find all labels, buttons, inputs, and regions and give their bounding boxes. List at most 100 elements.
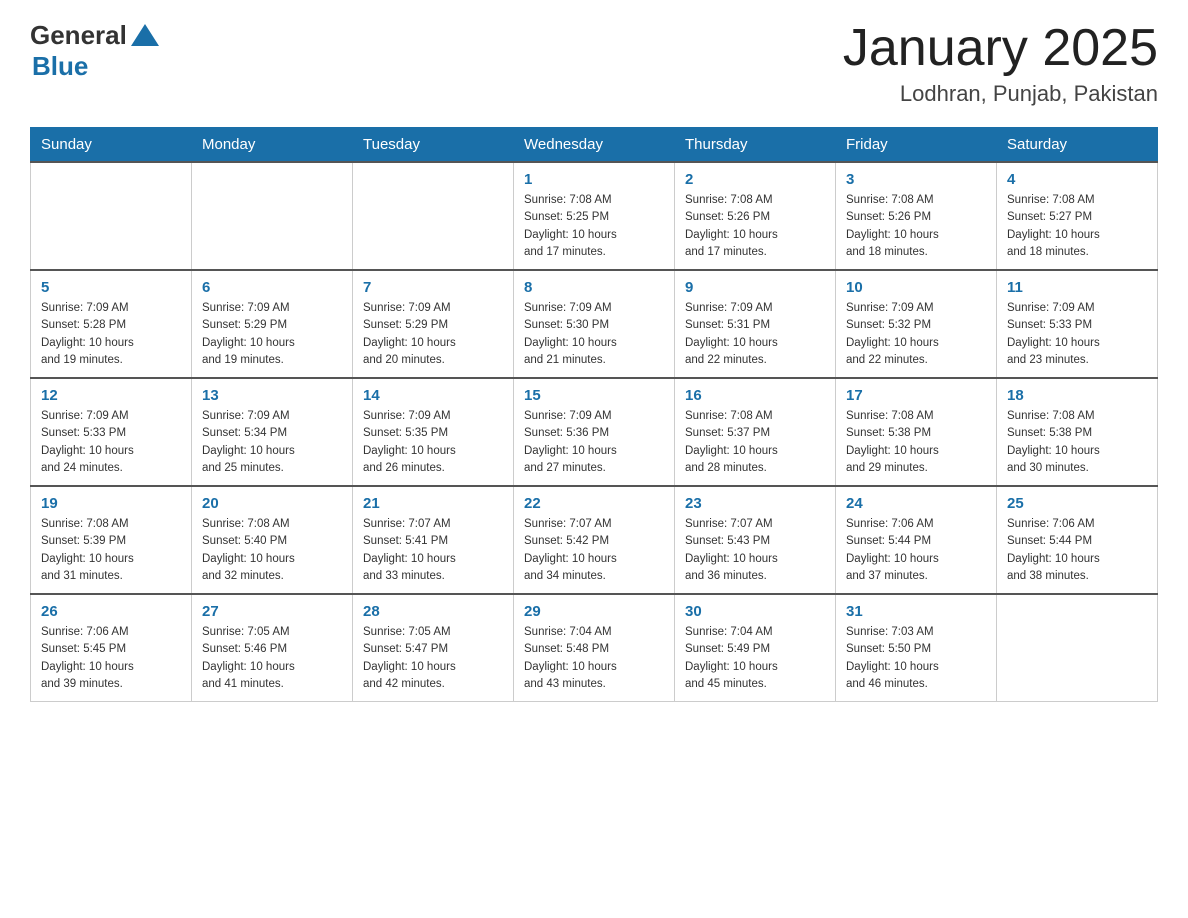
- calendar-cell-4-3: 21Sunrise: 7:07 AM Sunset: 5:41 PM Dayli…: [353, 486, 514, 594]
- calendar-cell-3-1: 12 Sunrise: 7:09 AM Sunset: 5:33 PM Dayli…: [31, 378, 192, 486]
- day-number: 2: [685, 171, 825, 188]
- day-info: Sunrise: 7:08 AM Sunset: 5:26 PM Dayligh…: [685, 192, 825, 261]
- calendar-cell-1-7: 4Sunrise: 7:08 AM Sunset: 5:27 PM Daylig…: [997, 162, 1158, 270]
- day-number: 19: [41, 495, 181, 512]
- calendar-cell-4-4: 22 Sunrise: 7:07 AM Sunset: 5:42 PM Dayli…: [514, 486, 675, 594]
- day-number: 21: [363, 495, 503, 512]
- calendar-cell-2-6: 10 Sunrise: 7:09 AM Sunset: 5:32 PM Dayli…: [836, 270, 997, 378]
- weekday-header-friday: Friday: [836, 128, 997, 163]
- day-info: Sunrise: 7:04 AM Sunset: 5:49 PM Dayligh…: [685, 624, 825, 693]
- day-info: Sunrise: 7:09 AM Sunset: 5:34 PM Dayligh…: [202, 408, 342, 477]
- calendar-cell-3-4: 15Sunrise: 7:09 AM Sunset: 5:36 PM Dayli…: [514, 378, 675, 486]
- day-number: 17: [846, 387, 986, 404]
- weekday-header-saturday: Saturday: [997, 128, 1158, 163]
- day-info: Sunrise: 7:05 AM Sunset: 5:47 PM Dayligh…: [363, 624, 503, 693]
- calendar-cell-1-1: [31, 162, 192, 270]
- day-number: 12: [41, 387, 181, 404]
- day-number: 26: [41, 603, 181, 620]
- day-number: 14: [363, 387, 503, 404]
- day-number: 11: [1007, 279, 1147, 296]
- calendar-cell-4-5: 23 Sunrise: 7:07 AM Sunset: 5:43 PM Dayli…: [675, 486, 836, 594]
- day-number: 23: [685, 495, 825, 512]
- calendar-cell-1-2: [192, 162, 353, 270]
- calendar-cell-3-2: 13 Sunrise: 7:09 AM Sunset: 5:34 PM Dayli…: [192, 378, 353, 486]
- week-row-3: 12 Sunrise: 7:09 AM Sunset: 5:33 PM Dayli…: [31, 378, 1158, 486]
- day-number: 18: [1007, 387, 1147, 404]
- calendar-cell-4-1: 19 Sunrise: 7:08 AM Sunset: 5:39 PM Dayli…: [31, 486, 192, 594]
- weekday-header-wednesday: Wednesday: [514, 128, 675, 163]
- day-info: Sunrise: 7:08 AM Sunset: 5:38 PM Dayligh…: [846, 408, 986, 477]
- day-info: Sunrise: 7:09 AM Sunset: 5:29 PM Dayligh…: [202, 300, 342, 369]
- calendar-cell-1-3: [353, 162, 514, 270]
- day-info: Sunrise: 7:05 AM Sunset: 5:46 PM Dayligh…: [202, 624, 342, 693]
- day-number: 1: [524, 171, 664, 188]
- day-info: Sunrise: 7:07 AM Sunset: 5:43 PM Dayligh…: [685, 516, 825, 585]
- calendar-cell-4-2: 20 Sunrise: 7:08 AM Sunset: 5:40 PM Dayli…: [192, 486, 353, 594]
- day-number: 22: [524, 495, 664, 512]
- day-info: Sunrise: 7:07 AM Sunset: 5:42 PM Dayligh…: [524, 516, 664, 585]
- day-number: 13: [202, 387, 342, 404]
- day-info: Sunrise: 7:08 AM Sunset: 5:40 PM Dayligh…: [202, 516, 342, 585]
- day-number: 20: [202, 495, 342, 512]
- day-info: Sunrise: 7:08 AM Sunset: 5:38 PM Dayligh…: [1007, 408, 1147, 477]
- logo: General Blue: [30, 20, 159, 82]
- day-number: 31: [846, 603, 986, 620]
- calendar-cell-3-5: 16Sunrise: 7:08 AM Sunset: 5:37 PM Dayli…: [675, 378, 836, 486]
- day-info: Sunrise: 7:09 AM Sunset: 5:30 PM Dayligh…: [524, 300, 664, 369]
- calendar-cell-5-2: 27Sunrise: 7:05 AM Sunset: 5:46 PM Dayli…: [192, 594, 353, 702]
- calendar-cell-1-6: 3Sunrise: 7:08 AM Sunset: 5:26 PM Daylig…: [836, 162, 997, 270]
- day-number: 7: [363, 279, 503, 296]
- calendar-cell-5-1: 26Sunrise: 7:06 AM Sunset: 5:45 PM Dayli…: [31, 594, 192, 702]
- day-info: Sunrise: 7:06 AM Sunset: 5:44 PM Dayligh…: [846, 516, 986, 585]
- calendar-cell-4-7: 25 Sunrise: 7:06 AM Sunset: 5:44 PM Dayli…: [997, 486, 1158, 594]
- day-number: 10: [846, 279, 986, 296]
- calendar-cell-1-5: 2 Sunrise: 7:08 AM Sunset: 5:26 PM Daylig…: [675, 162, 836, 270]
- week-row-5: 26Sunrise: 7:06 AM Sunset: 5:45 PM Dayli…: [31, 594, 1158, 702]
- calendar-cell-2-2: 6 Sunrise: 7:09 AM Sunset: 5:29 PM Daylig…: [192, 270, 353, 378]
- weekday-header-tuesday: Tuesday: [353, 128, 514, 163]
- day-info: Sunrise: 7:09 AM Sunset: 5:35 PM Dayligh…: [363, 408, 503, 477]
- calendar-cell-5-7: [997, 594, 1158, 702]
- calendar-cell-3-7: 18 Sunrise: 7:08 AM Sunset: 5:38 PM Dayli…: [997, 378, 1158, 486]
- calendar-header-row: SundayMondayTuesdayWednesdayThursdayFrid…: [31, 128, 1158, 163]
- calendar-cell-2-3: 7 Sunrise: 7:09 AM Sunset: 5:29 PM Daylig…: [353, 270, 514, 378]
- day-info: Sunrise: 7:09 AM Sunset: 5:32 PM Dayligh…: [846, 300, 986, 369]
- calendar-cell-3-3: 14 Sunrise: 7:09 AM Sunset: 5:35 PM Dayli…: [353, 378, 514, 486]
- weekday-header-sunday: Sunday: [31, 128, 192, 163]
- calendar-cell-3-6: 17 Sunrise: 7:08 AM Sunset: 5:38 PM Dayli…: [836, 378, 997, 486]
- calendar-table: SundayMondayTuesdayWednesdayThursdayFrid…: [30, 127, 1158, 702]
- day-number: 24: [846, 495, 986, 512]
- calendar-cell-4-6: 24 Sunrise: 7:06 AM Sunset: 5:44 PM Dayli…: [836, 486, 997, 594]
- day-number: 4: [1007, 171, 1147, 188]
- day-number: 29: [524, 603, 664, 620]
- calendar-cell-2-4: 8Sunrise: 7:09 AM Sunset: 5:30 PM Daylig…: [514, 270, 675, 378]
- day-info: Sunrise: 7:04 AM Sunset: 5:48 PM Dayligh…: [524, 624, 664, 693]
- day-number: 6: [202, 279, 342, 296]
- week-row-4: 19 Sunrise: 7:08 AM Sunset: 5:39 PM Dayli…: [31, 486, 1158, 594]
- location-title: Lodhran, Punjab, Pakistan: [843, 81, 1158, 107]
- logo-triangle-icon: [131, 24, 159, 46]
- page-header: General Blue January 2025 Lodhran, Punja…: [30, 20, 1158, 107]
- calendar-cell-5-3: 28Sunrise: 7:05 AM Sunset: 5:47 PM Dayli…: [353, 594, 514, 702]
- day-info: Sunrise: 7:09 AM Sunset: 5:33 PM Dayligh…: [41, 408, 181, 477]
- day-info: Sunrise: 7:08 AM Sunset: 5:39 PM Dayligh…: [41, 516, 181, 585]
- weekday-header-thursday: Thursday: [675, 128, 836, 163]
- calendar-cell-5-6: 31Sunrise: 7:03 AM Sunset: 5:50 PM Dayli…: [836, 594, 997, 702]
- day-info: Sunrise: 7:09 AM Sunset: 5:33 PM Dayligh…: [1007, 300, 1147, 369]
- calendar-cell-5-5: 30Sunrise: 7:04 AM Sunset: 5:49 PM Dayli…: [675, 594, 836, 702]
- day-number: 25: [1007, 495, 1147, 512]
- calendar-cell-1-4: 1 Sunrise: 7:08 AM Sunset: 5:25 PM Daylig…: [514, 162, 675, 270]
- day-info: Sunrise: 7:08 AM Sunset: 5:37 PM Dayligh…: [685, 408, 825, 477]
- day-number: 3: [846, 171, 986, 188]
- day-info: Sunrise: 7:09 AM Sunset: 5:29 PM Dayligh…: [363, 300, 503, 369]
- calendar-cell-5-4: 29 Sunrise: 7:04 AM Sunset: 5:48 PM Dayli…: [514, 594, 675, 702]
- day-number: 5: [41, 279, 181, 296]
- day-info: Sunrise: 7:06 AM Sunset: 5:44 PM Dayligh…: [1007, 516, 1147, 585]
- title-block: January 2025 Lodhran, Punjab, Pakistan: [843, 20, 1158, 107]
- month-title: January 2025: [843, 20, 1158, 77]
- day-info: Sunrise: 7:08 AM Sunset: 5:25 PM Dayligh…: [524, 192, 664, 261]
- calendar-cell-2-5: 9Sunrise: 7:09 AM Sunset: 5:31 PM Daylig…: [675, 270, 836, 378]
- day-info: Sunrise: 7:09 AM Sunset: 5:36 PM Dayligh…: [524, 408, 664, 477]
- calendar-cell-2-7: 11 Sunrise: 7:09 AM Sunset: 5:33 PM Dayli…: [997, 270, 1158, 378]
- week-row-2: 5Sunrise: 7:09 AM Sunset: 5:28 PM Daylig…: [31, 270, 1158, 378]
